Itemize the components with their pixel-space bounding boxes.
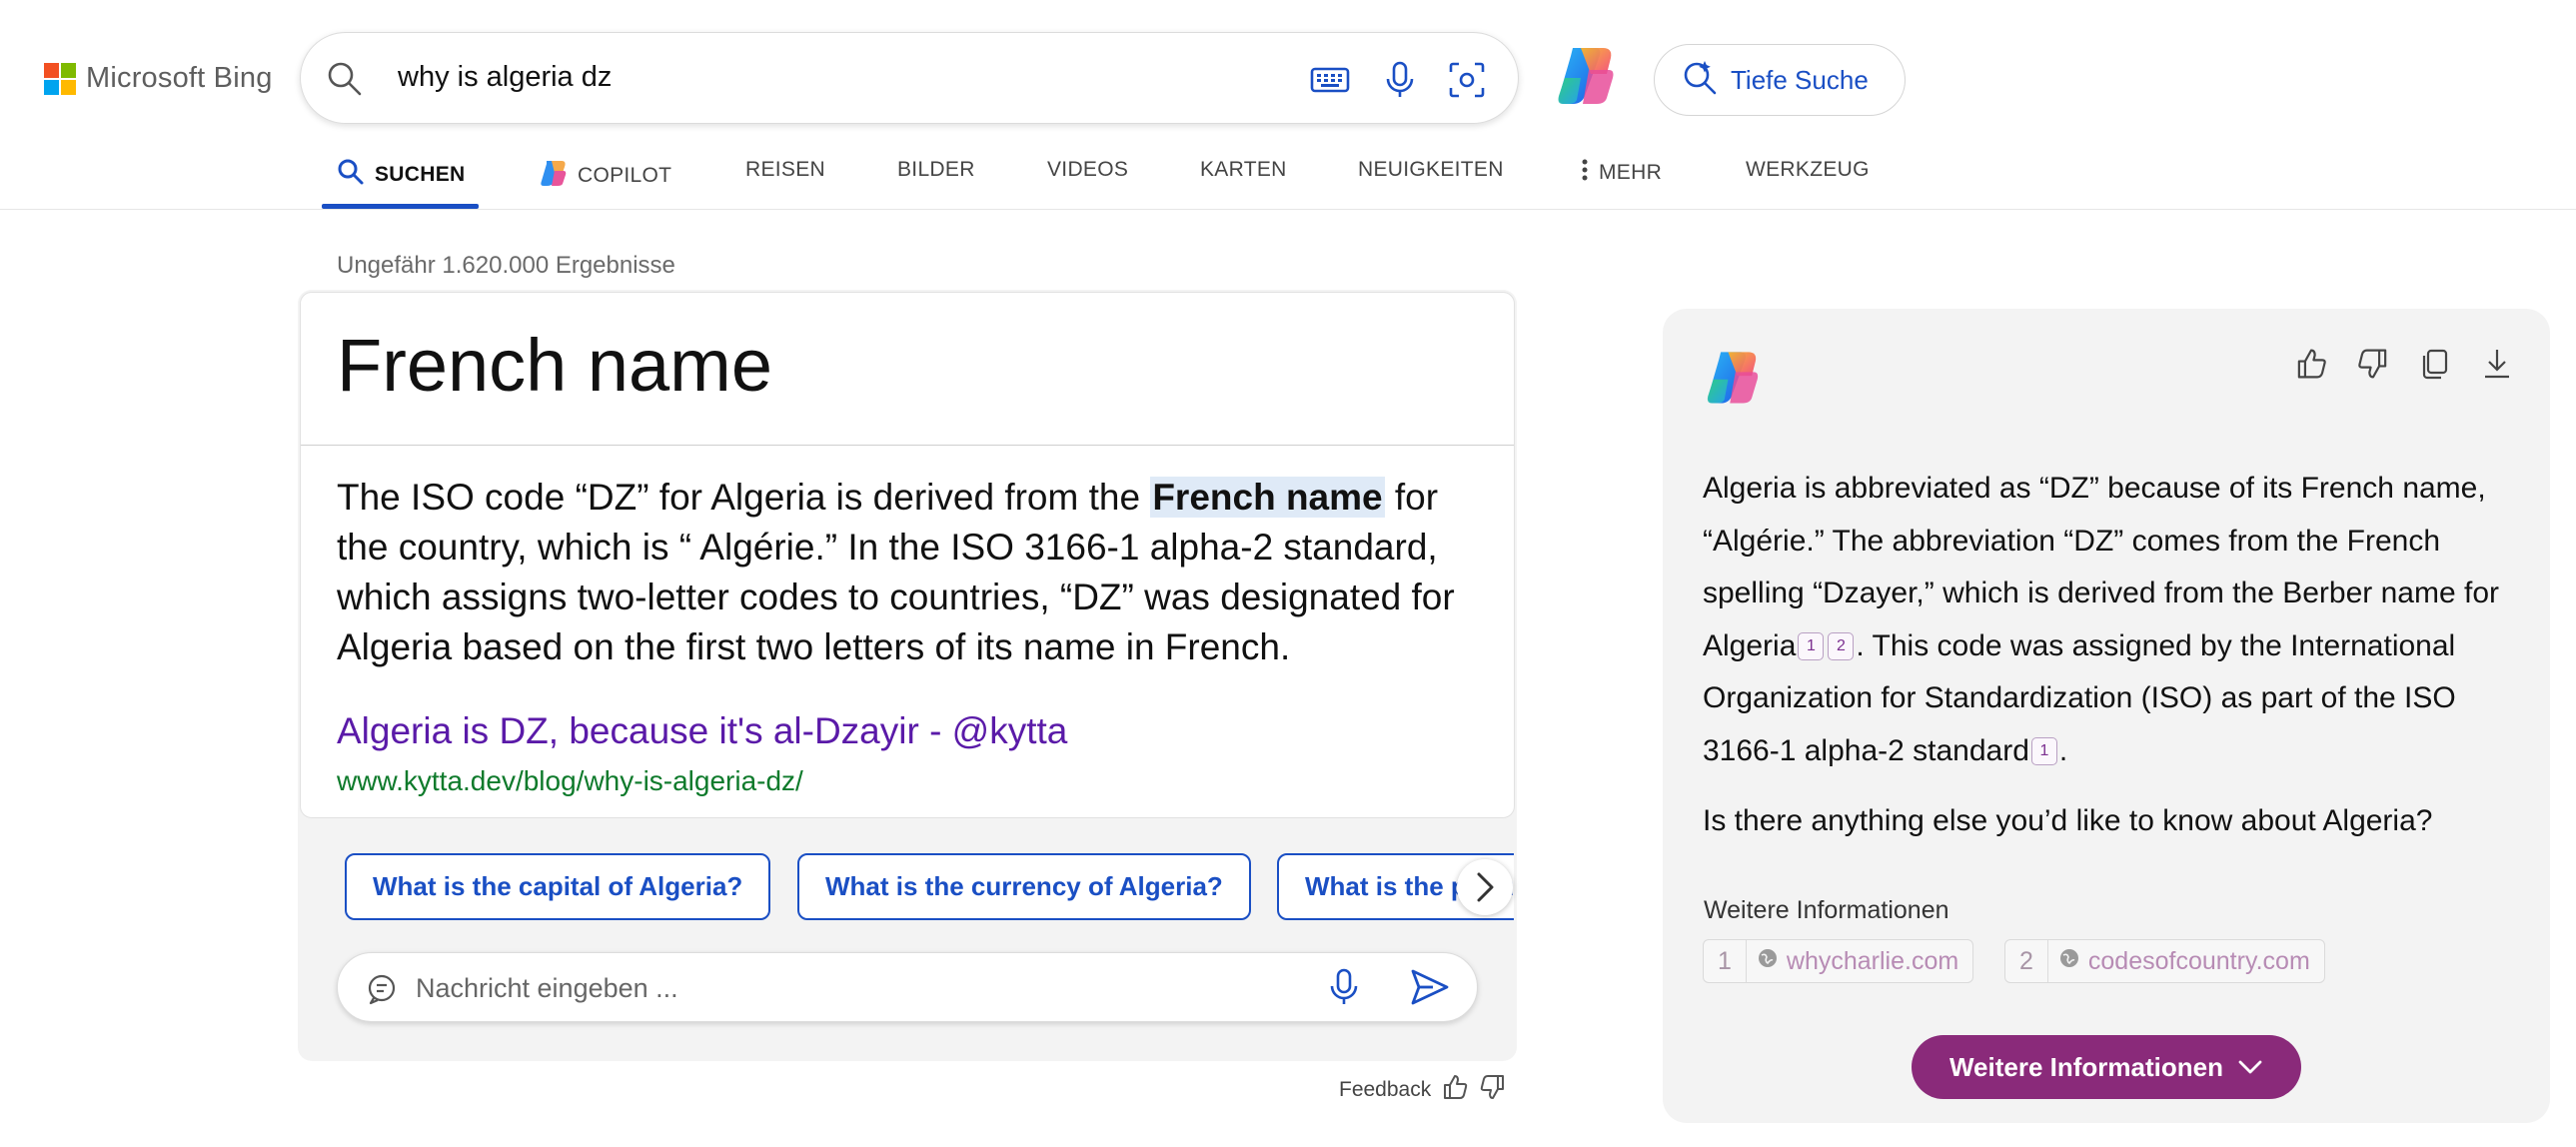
chevron-down-icon	[2237, 1052, 2263, 1083]
tab-images[interactable]: BILDER	[897, 158, 975, 182]
download-icon[interactable]	[2480, 347, 2514, 386]
bing-logo[interactable]: Microsoft Bing	[44, 62, 273, 95]
chat-bubble-icon	[366, 973, 398, 1010]
active-tab-indicator	[322, 204, 479, 209]
tab-more[interactable]: MEHR	[1581, 158, 1662, 188]
suggestion-chips: What is the capital of Algeria? What is …	[345, 853, 1514, 921]
suggestion-chip[interactable]: What is the currency of Algeria?	[797, 853, 1251, 920]
chat-input[interactable]: Nachricht eingeben ...	[337, 952, 1478, 1022]
citation-badge[interactable]: 1	[2030, 736, 2057, 765]
answer-text: The ISO code “DZ” for Algeria is derived…	[337, 477, 1455, 667]
thumbs-up-icon[interactable]	[1441, 1073, 1469, 1107]
thumbs-down-icon[interactable]	[2356, 347, 2390, 386]
source-url[interactable]: www.kytta.dev/blog/why-is-algeria-dz/	[337, 765, 803, 797]
sources-label: Weitere Informationen	[1704, 896, 1949, 924]
tab-tools[interactable]: WERKZEUG	[1746, 158, 1870, 182]
citation-badge[interactable]: 1	[1798, 631, 1825, 660]
result-count: Ungefähr 1.620.000 Ergebnisse	[337, 252, 675, 279]
copilot-icon	[538, 158, 568, 194]
feedback-label[interactable]: Feedback	[1339, 1078, 1431, 1102]
source-number: 2	[2005, 940, 2048, 982]
answer-card: French name The ISO code “DZ” for Algeri…	[300, 292, 1515, 818]
tab-search[interactable]: SUCHEN	[337, 158, 465, 192]
copilot-icon[interactable]	[1551, 40, 1621, 115]
globe-icon	[1757, 947, 1779, 976]
search-input[interactable]: why is algeria dz	[398, 61, 612, 94]
source-domain: codesofcountry.com	[2087, 946, 2310, 975]
search-box[interactable]: why is algeria dz	[300, 32, 1519, 124]
copy-icon[interactable]	[2418, 347, 2452, 386]
source-domain: whycharlie.com	[1786, 946, 1959, 975]
microphone-icon[interactable]	[1327, 967, 1361, 1012]
tab-news[interactable]: NEUIGKEITEN	[1358, 158, 1504, 182]
visual-search-icon[interactable]	[1447, 60, 1487, 105]
deep-search-button[interactable]: Tiefe Suche	[1654, 44, 1906, 116]
search-icon[interactable]	[325, 59, 365, 104]
copilot-panel: Algeria is abbreviated as “DZ” because o…	[1663, 309, 2550, 1123]
copilot-actions	[2294, 347, 2514, 386]
copilot-answer: Algeria is abbreviated as “DZ” because o…	[1703, 472, 2499, 767]
microsoft-logo-icon	[44, 62, 76, 95]
chat-placeholder: Nachricht eingeben ...	[416, 973, 678, 1003]
citation-badge[interactable]: 2	[1828, 631, 1855, 660]
source-chip[interactable]: 2 codesofcountry.com	[2004, 939, 2325, 983]
more-info-button[interactable]: Weitere Informationen	[1912, 1035, 2301, 1099]
deep-search-icon	[1681, 59, 1719, 102]
copilot-icon	[1701, 345, 1765, 414]
globe-icon	[2058, 947, 2080, 976]
source-link[interactable]: Algeria is DZ, because it's al-Dzayir - …	[337, 710, 1067, 752]
copilot-followup-question: Is there anything else you’d like to kno…	[1703, 804, 2433, 837]
tab-copilot[interactable]: COPILOT	[538, 158, 671, 194]
source-chip[interactable]: 1 whycharlie.com	[1703, 939, 1974, 983]
tab-travel[interactable]: REISEN	[745, 158, 825, 182]
send-icon[interactable]	[1409, 967, 1451, 1012]
thumbs-down-icon[interactable]	[1479, 1073, 1507, 1107]
logo-text: Microsoft Bing	[86, 62, 273, 94]
search-icon	[337, 158, 365, 192]
deep-search-label: Tiefe Suche	[1731, 64, 1869, 95]
keyboard-icon[interactable]	[1309, 60, 1351, 103]
source-number: 1	[1704, 940, 1747, 982]
chevron-right-icon[interactable]	[1457, 859, 1513, 915]
divider	[301, 445, 1514, 446]
navigation-tabs: SUCHEN COPILOT REISEN BILDER VIDEOS KART…	[0, 140, 2576, 210]
tab-videos[interactable]: VIDEOS	[1047, 158, 1128, 182]
microphone-icon[interactable]	[1382, 60, 1418, 105]
tab-maps[interactable]: KARTEN	[1200, 158, 1287, 182]
answer-title: French name	[337, 324, 772, 407]
answer-highlight: French name	[1150, 477, 1385, 518]
thumbs-up-icon[interactable]	[2294, 347, 2328, 386]
feedback-bar: Feedback	[1339, 1073, 1507, 1107]
more-dots-icon	[1581, 158, 1589, 188]
suggestion-chip[interactable]: What is the capital of Algeria?	[345, 853, 771, 920]
